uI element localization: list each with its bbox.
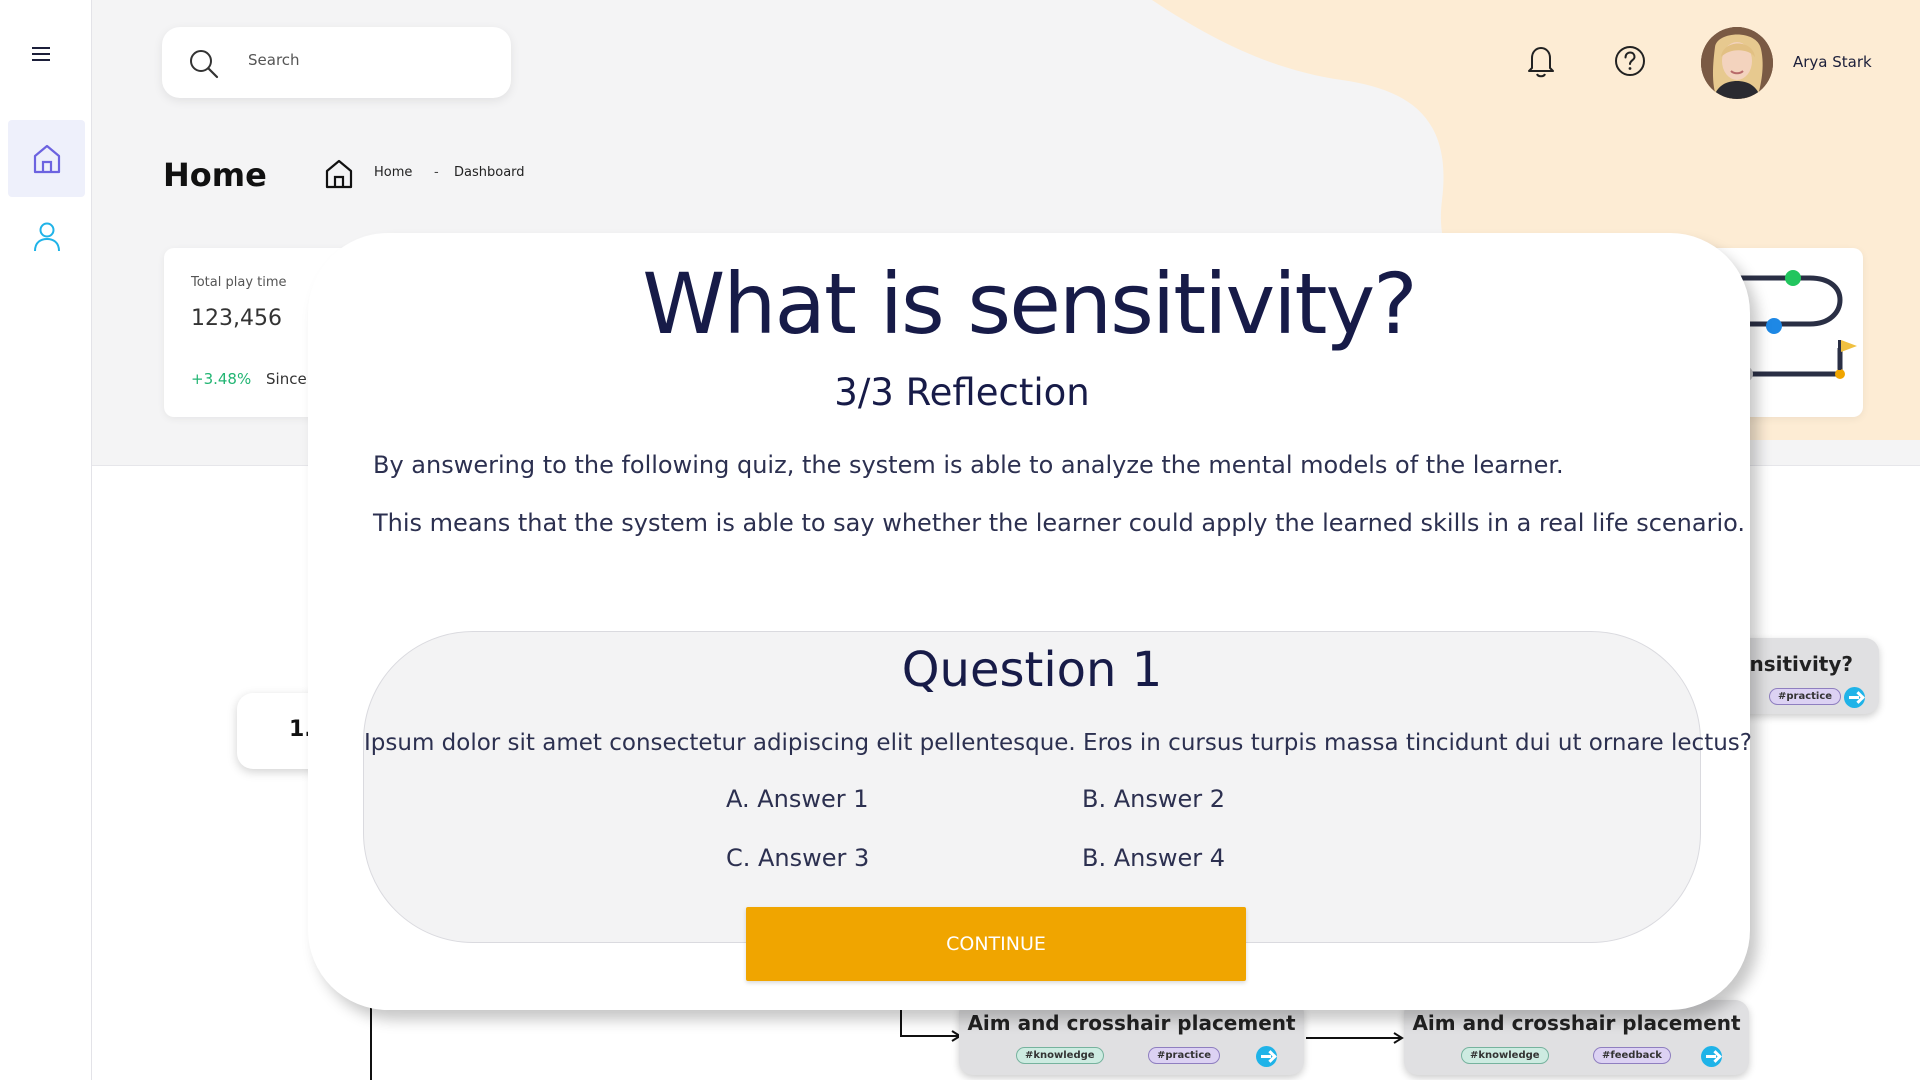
answer-option-d[interactable]: B. Answer 4 (1082, 844, 1225, 872)
answer-option-b[interactable]: B. Answer 2 (1082, 785, 1225, 813)
modal-title: What is sensitivity? (642, 255, 1418, 353)
tag-knowledge: #knowledge (1461, 1047, 1549, 1064)
flow-node-title: Aim and crosshair placement (1412, 1011, 1741, 1035)
answer-option-a[interactable]: A. Answer 1 (726, 785, 869, 813)
modal-description: This means that the system is able to sa… (373, 509, 1745, 537)
arrow-right-icon[interactable] (1701, 1046, 1722, 1067)
flow-node-title: Aim and crosshair placement (967, 1011, 1296, 1035)
tag-feedback: #feedback (1593, 1047, 1671, 1064)
flow-node-aim-2[interactable]: Aim and crosshair placement #knowledge #… (1404, 1000, 1749, 1075)
answer-option-c[interactable]: C. Answer 3 (726, 844, 869, 872)
tag-practice: #practice (1148, 1047, 1221, 1064)
flow-node-aim-1[interactable]: Aim and crosshair placement #knowledge #… (959, 1000, 1304, 1075)
continue-button[interactable]: CONTINUE (746, 907, 1246, 981)
tag-practice: #practice (1769, 688, 1842, 705)
modal-description: By answering to the following quiz, the … (373, 451, 1564, 479)
modal-subtitle: 3/3 Reflection (834, 371, 1090, 414)
quiz-modal: What is sensitivity? 3/3 Reflection By a… (308, 233, 1752, 1010)
tag-knowledge: #knowledge (1016, 1047, 1104, 1064)
question-text: Ipsum dolor sit amet consectetur adipisc… (364, 730, 1752, 756)
question-card: Question 1 Ipsum dolor sit amet consecte… (363, 631, 1752, 943)
question-title: Question 1 (901, 642, 1163, 698)
arrow-right-icon[interactable] (1844, 687, 1865, 708)
arrow-right-icon[interactable] (1256, 1046, 1277, 1067)
